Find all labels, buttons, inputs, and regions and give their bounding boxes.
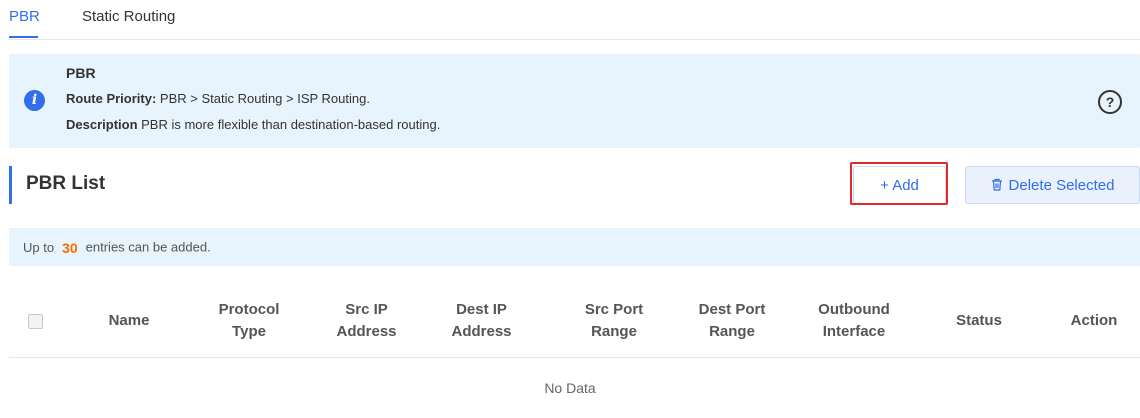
- select-all-checkbox[interactable]: [28, 314, 43, 329]
- section-title: PBR List: [26, 173, 106, 194]
- trash-icon: [991, 178, 1002, 191]
- column-header-dest-port: Dest Port Range: [698, 301, 766, 340]
- route-priority-text: PBR > Static Routing > ISP Routing.: [159, 91, 370, 106]
- description-label: Description: [66, 117, 138, 132]
- route-priority-label: Route Priority:: [66, 91, 157, 106]
- column-header-protocol-type: Protocol Type: [218, 301, 280, 340]
- route-priority-line: Route Priority: PBR > Static Routing > I…: [66, 91, 370, 106]
- delete-selected-button[interactable]: Delete Selected: [965, 166, 1140, 204]
- note-prefix: Up to: [23, 239, 55, 255]
- active-tab-indicator: [9, 36, 38, 38]
- description-text: PBR is more flexible than destination-ba…: [141, 117, 441, 132]
- tab-bar: PBR Static Routing: [9, 0, 1140, 40]
- note-suffix: entries can be added.: [85, 239, 211, 255]
- question-circle-icon[interactable]: ?: [1098, 90, 1122, 114]
- add-button-label: + Add: [880, 177, 919, 194]
- section-accent-bar: [9, 166, 12, 204]
- info-title: PBR: [66, 65, 96, 81]
- entry-limit-note: Up to 30 entries can be added.: [9, 228, 1140, 266]
- add-button[interactable]: + Add: [853, 166, 946, 204]
- column-header-name: Name: [108, 312, 150, 329]
- note-count: 30: [62, 239, 78, 256]
- table-header: Name Protocol Type Src IP Address Dest IP A…: [9, 285, 1140, 358]
- column-header-src-ip: Src IP Address: [336, 301, 397, 340]
- empty-table-message: No Data: [544, 380, 596, 396]
- delete-selected-label: Delete Selected: [1008, 177, 1115, 194]
- tab-pbr[interactable]: PBR: [9, 8, 40, 25]
- info-banner: i PBR Route Priority: PBR > Static Routi…: [9, 54, 1140, 148]
- column-header-action: Action: [1070, 312, 1118, 329]
- column-header-dest-ip: Dest IP Address: [451, 301, 512, 340]
- tab-static-routing[interactable]: Static Routing: [82, 8, 175, 25]
- column-header-src-port: Src Port Range: [584, 301, 644, 340]
- description-line: Description PBR is more flexible than de…: [66, 117, 440, 132]
- column-header-status: Status: [956, 312, 1002, 329]
- info-icon: i: [24, 90, 45, 111]
- column-header-outbound-interface: Outbound Interface: [818, 301, 890, 340]
